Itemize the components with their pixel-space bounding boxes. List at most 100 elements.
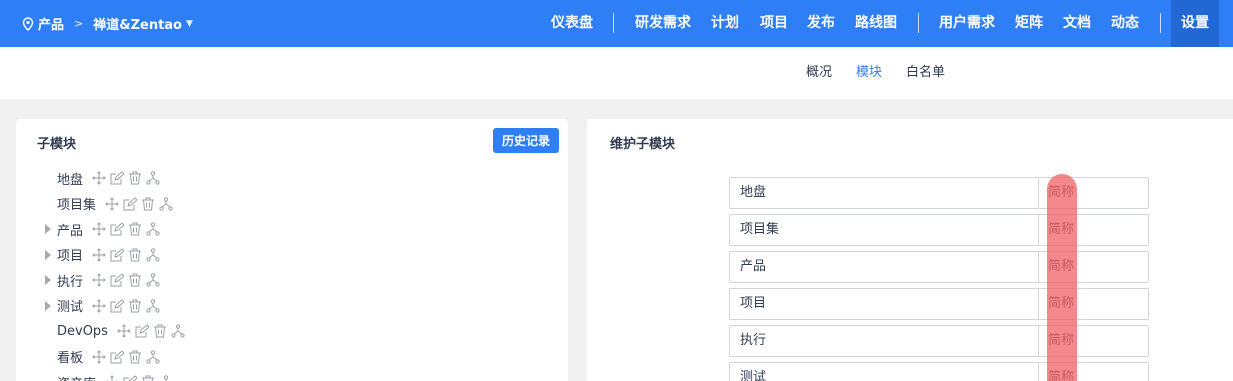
chevron-right-icon[interactable] <box>45 224 51 234</box>
delete-icon[interactable] <box>127 221 143 237</box>
nav-item-3[interactable]: 项目 <box>760 0 788 47</box>
edit-icon[interactable] <box>109 247 125 263</box>
tree-item-label: 地盘 <box>57 172 84 188</box>
submodule-icon[interactable] <box>158 374 174 381</box>
delete-icon[interactable] <box>127 170 143 186</box>
delete-icon[interactable] <box>127 247 143 263</box>
tree-item-label: 产品 <box>57 223 84 239</box>
move-icon[interactable] <box>104 196 120 212</box>
submodule-name-input[interactable] <box>730 326 1039 356</box>
delete-icon[interactable] <box>152 323 168 339</box>
submodule-name-input[interactable] <box>730 363 1039 381</box>
submodule-row: 简称 <box>729 288 1149 320</box>
submodule-name-input[interactable] <box>730 289 1039 319</box>
submodule-short-input[interactable]: 简称 <box>1039 289 1148 319</box>
move-icon[interactable] <box>91 221 107 237</box>
tree-item-label: 测试 <box>57 300 84 315</box>
tree-item-actions <box>91 349 163 365</box>
submodule-name-input[interactable] <box>730 178 1039 208</box>
submodule-icon[interactable] <box>145 298 161 314</box>
submodule-short-input[interactable]: 简称 <box>1039 363 1148 381</box>
move-icon[interactable] <box>91 349 107 365</box>
move-icon[interactable] <box>104 374 120 381</box>
tree-item-label: 项目集 <box>57 198 97 213</box>
submodule-name-input[interactable] <box>730 252 1039 282</box>
submodule-icon[interactable] <box>158 196 174 212</box>
location-icon <box>22 16 34 31</box>
move-icon[interactable] <box>91 298 107 314</box>
move-icon[interactable] <box>91 170 107 186</box>
tree-item-label: 执行 <box>57 274 84 290</box>
move-icon[interactable] <box>91 247 107 263</box>
nav-item-5[interactable]: 路线图 <box>855 0 897 47</box>
delete-icon[interactable] <box>127 272 143 288</box>
submodule-icon[interactable] <box>170 323 186 339</box>
tree-item: DevOps <box>57 321 188 341</box>
submodule-icon[interactable] <box>145 221 161 237</box>
submodule-short-input[interactable]: 简称 <box>1039 252 1148 282</box>
submodule-icon[interactable] <box>145 272 161 288</box>
edit-icon[interactable] <box>109 170 125 186</box>
chevron-right-icon[interactable] <box>45 275 51 285</box>
tree-item-actions <box>91 272 163 288</box>
move-icon[interactable] <box>91 272 107 288</box>
nav-divider <box>1160 13 1161 33</box>
nav-item-4[interactable]: 发布 <box>807 0 835 47</box>
tree-item: 测试 <box>57 296 163 316</box>
tree-item: 项目集 <box>57 194 176 214</box>
edit-icon[interactable] <box>109 272 125 288</box>
submodule-short-input[interactable]: 简称 <box>1039 215 1148 245</box>
submodule-short-input[interactable]: 简称 <box>1039 326 1148 356</box>
chevron-right-icon[interactable] <box>45 249 51 260</box>
submodule-name-input[interactable] <box>730 215 1039 245</box>
top-navbar: 产品 > 禅道&Zentao ▼ 仪表盘 研发需求 计划 项目 发布 路线图 用户需求 矩阵文… <box>0 0 1233 47</box>
edit-icon[interactable] <box>122 196 138 212</box>
chevron-down-icon[interactable]: ▼ <box>186 19 193 29</box>
move-icon[interactable] <box>116 323 132 339</box>
submodule-row: 简称 <box>729 214 1149 246</box>
tree-item: 看板 <box>57 347 163 367</box>
tree-item-label: 看板 <box>57 351 84 366</box>
chevron-right-icon[interactable] <box>45 300 51 311</box>
tree-item: 资产库 <box>57 372 176 381</box>
delete-icon[interactable] <box>127 298 143 314</box>
submodule-row: 简称 <box>729 362 1149 381</box>
nav-item-dashboard[interactable]: 仪表盘 <box>551 0 593 47</box>
tree-item-label: 项目 <box>57 249 84 264</box>
edit-icon[interactable] <box>109 349 125 365</box>
tree-item: 产品 <box>57 219 163 239</box>
breadcrumb-separator: > <box>74 17 84 30</box>
delete-icon[interactable] <box>140 196 156 212</box>
nav-item-8[interactable]: 文档 <box>1063 0 1091 47</box>
sub-navbar: 概况 模块 白名单 <box>0 47 1233 99</box>
product-switcher[interactable]: 禅道&Zentao <box>93 14 182 33</box>
submodule-icon[interactable] <box>145 170 161 186</box>
tree-item-label: 资产库 <box>57 373 96 381</box>
edit-icon[interactable] <box>109 221 125 237</box>
tab-whitelist[interactable]: 白名单 <box>906 47 945 99</box>
nav-item-9[interactable]: 动态 <box>1111 0 1139 47</box>
submodule-icon[interactable] <box>145 247 161 263</box>
tree-item-actions <box>91 170 163 186</box>
maintain-submodule-panel: 维护子模块 简称简称简称简称简称简称 <box>587 119 1233 381</box>
panel-title-maintain: 维护子模块 <box>610 137 676 152</box>
edit-icon[interactable] <box>109 298 125 314</box>
nav-item-1[interactable]: 研发需求 <box>635 0 691 47</box>
submodule-short-input[interactable]: 简称 <box>1039 178 1148 208</box>
edit-icon[interactable] <box>134 323 150 339</box>
delete-icon[interactable] <box>127 349 143 365</box>
tree-item-actions <box>91 221 163 237</box>
tab-overview[interactable]: 概况 <box>806 47 832 99</box>
nav-item-6[interactable]: 用户需求 <box>939 0 995 47</box>
nav-item-2[interactable]: 计划 <box>711 0 739 47</box>
history-button[interactable]: 历史记录 <box>493 128 559 153</box>
nav-item-settings[interactable]: 设置 <box>1181 0 1209 47</box>
nav-item-7[interactable]: 矩阵 <box>1015 0 1043 47</box>
submodule-icon[interactable] <box>145 349 161 365</box>
edit-icon[interactable] <box>122 374 138 381</box>
submodule-row: 简称 <box>729 325 1149 357</box>
breadcrumb-section[interactable]: 产品 <box>38 14 64 33</box>
tab-modules[interactable]: 模块 <box>856 47 882 99</box>
tree-item-actions <box>116 323 188 339</box>
delete-icon[interactable] <box>140 374 156 381</box>
